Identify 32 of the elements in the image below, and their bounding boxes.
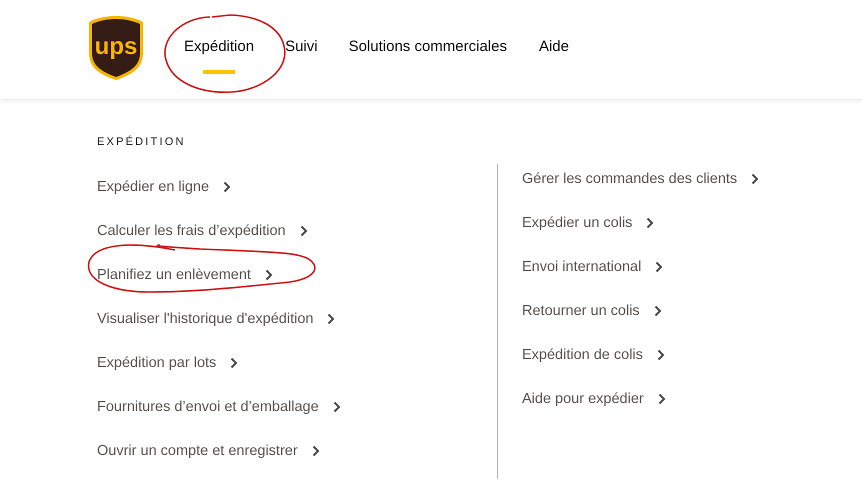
menu-link[interactable]: Expédier un colis	[522, 213, 760, 233]
chevron-right-icon	[264, 269, 273, 281]
menu-link[interactable]: Aide pour expédier	[522, 389, 760, 409]
menu-link[interactable]: Ouvrir un compte et enregistrer	[97, 441, 497, 461]
chevron-right-icon	[300, 225, 308, 237]
menu-link[interactable]: Envoi international	[522, 257, 760, 277]
chevron-right-icon	[332, 401, 341, 413]
menu-link[interactable]: Fournitures d’envoi et d’emballage	[97, 397, 497, 417]
menu-link[interactable]: Retourner un colis	[522, 301, 760, 321]
chevron-right-icon	[312, 445, 320, 457]
nav-tab[interactable]: Aide	[538, 38, 570, 74]
chevron-right-icon	[327, 313, 336, 325]
chevron-right-icon	[655, 261, 664, 273]
nav-tab[interactable]: Suivi	[285, 38, 318, 74]
chevron-right-icon	[654, 305, 662, 317]
menu-link[interactable]: Gérer les commandes des clients	[522, 169, 760, 189]
section-heading: EXPÉDITION	[97, 136, 187, 148]
chevron-right-icon	[223, 181, 232, 193]
menu-link[interactable]: Planifiez un enlèvement	[97, 265, 497, 285]
chevron-right-icon	[230, 357, 238, 369]
chevron-right-icon	[658, 393, 666, 405]
nav-tab[interactable]: Solutions commerciales	[348, 38, 507, 74]
ups-logo[interactable]: ups	[88, 15, 144, 81]
menu-link[interactable]: Visualiser l'historique d'expédition	[97, 309, 497, 329]
chevron-right-icon	[656, 349, 665, 361]
nav-tab[interactable]: Expédition	[184, 38, 254, 74]
chevron-right-icon	[751, 173, 760, 185]
menu-link[interactable]: Expédition de colis	[522, 345, 760, 365]
chevron-right-icon	[646, 217, 654, 229]
menu-link[interactable]: Calculer les frais d’expédition	[97, 221, 497, 241]
menu-link[interactable]: Expédier en ligne	[97, 177, 497, 197]
menu-link[interactable]: Expédition par lots	[97, 353, 497, 373]
